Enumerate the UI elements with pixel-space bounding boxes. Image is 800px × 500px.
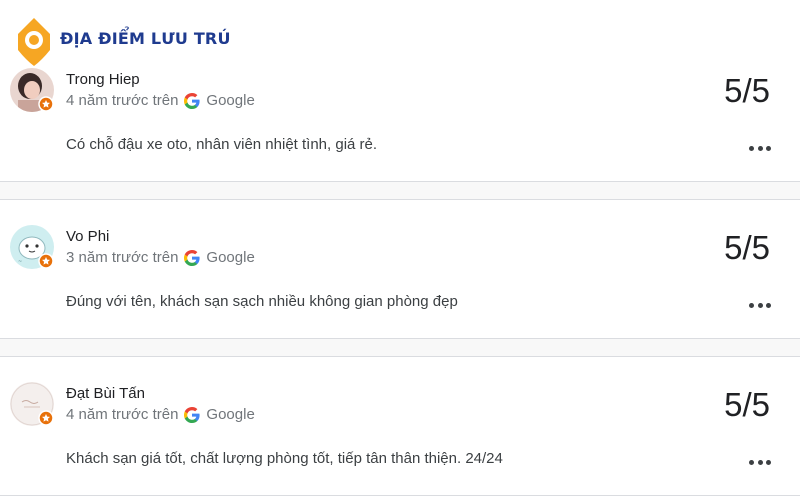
divider <box>0 495 800 496</box>
review-meta: 4 năm trước trên Google <box>66 406 255 423</box>
review-time: 4 năm trước trên <box>66 406 179 423</box>
divider <box>0 356 800 357</box>
google-icon <box>184 249 201 266</box>
dot-icon <box>757 302 763 308</box>
rating-score: 5/5 <box>724 229 770 266</box>
svg-text:~: ~ <box>18 259 22 265</box>
dot-icon <box>749 302 754 308</box>
more-options-button[interactable] <box>749 458 771 466</box>
review-time: 4 năm trước trên <box>66 92 179 109</box>
dot-icon <box>757 145 763 151</box>
review-source: Google <box>206 249 255 266</box>
site-watermark-logo: ĐỊA ĐIỂM LƯU TRÚ <box>14 16 231 66</box>
watermark-text: ĐỊA ĐIỂM LƯU TRÚ <box>60 28 231 48</box>
review-text: Có chỗ đậu xe oto, nhân viên nhiệt tình,… <box>66 136 378 153</box>
avatar[interactable] <box>10 68 54 112</box>
rating-score: 5/5 <box>724 386 770 423</box>
dot-icon <box>766 145 771 151</box>
more-options-button[interactable] <box>749 144 771 152</box>
dot-icon <box>766 459 771 465</box>
review-source: Google <box>206 92 255 109</box>
reviewer-name[interactable]: Đạt Bùi Tấn <box>66 385 145 402</box>
reviewer-name[interactable]: Trong Hiep <box>66 71 140 88</box>
dot-icon <box>757 459 763 465</box>
review-text: Đúng với tên, khách sạn sạch nhiều không… <box>66 293 458 310</box>
location-pin-icon <box>18 18 50 66</box>
more-options-button[interactable] <box>749 301 771 309</box>
google-icon <box>184 92 201 109</box>
review-text: Khách sạn giá tốt, chất lượng phòng tốt,… <box>66 450 503 467</box>
dot-icon <box>766 302 771 308</box>
review-card: Trong Hiep 4 năm trước trên Google 5/5 C… <box>0 52 800 182</box>
rating-score: 5/5 <box>724 72 770 109</box>
card-gap <box>0 182 800 199</box>
review-source: Google <box>206 406 255 423</box>
avatar[interactable]: ~ <box>10 225 54 269</box>
dot-icon <box>749 145 754 151</box>
dot-icon <box>749 459 754 465</box>
divider <box>0 199 800 200</box>
review-card: ~ Vo Phi 3 năm trước trên Google 5/5 Đún… <box>0 209 800 339</box>
review-meta: 4 năm trước trên Google <box>66 92 255 109</box>
card-gap <box>0 339 800 356</box>
reviewer-name[interactable]: Vo Phi <box>66 228 109 245</box>
review-time: 3 năm trước trên <box>66 249 179 266</box>
review-card: Đạt Bùi Tấn 4 năm trước trên Google 5/5 … <box>0 366 800 496</box>
google-icon <box>184 406 201 423</box>
avatar[interactable] <box>10 382 54 426</box>
review-meta: 3 năm trước trên Google <box>66 249 255 266</box>
